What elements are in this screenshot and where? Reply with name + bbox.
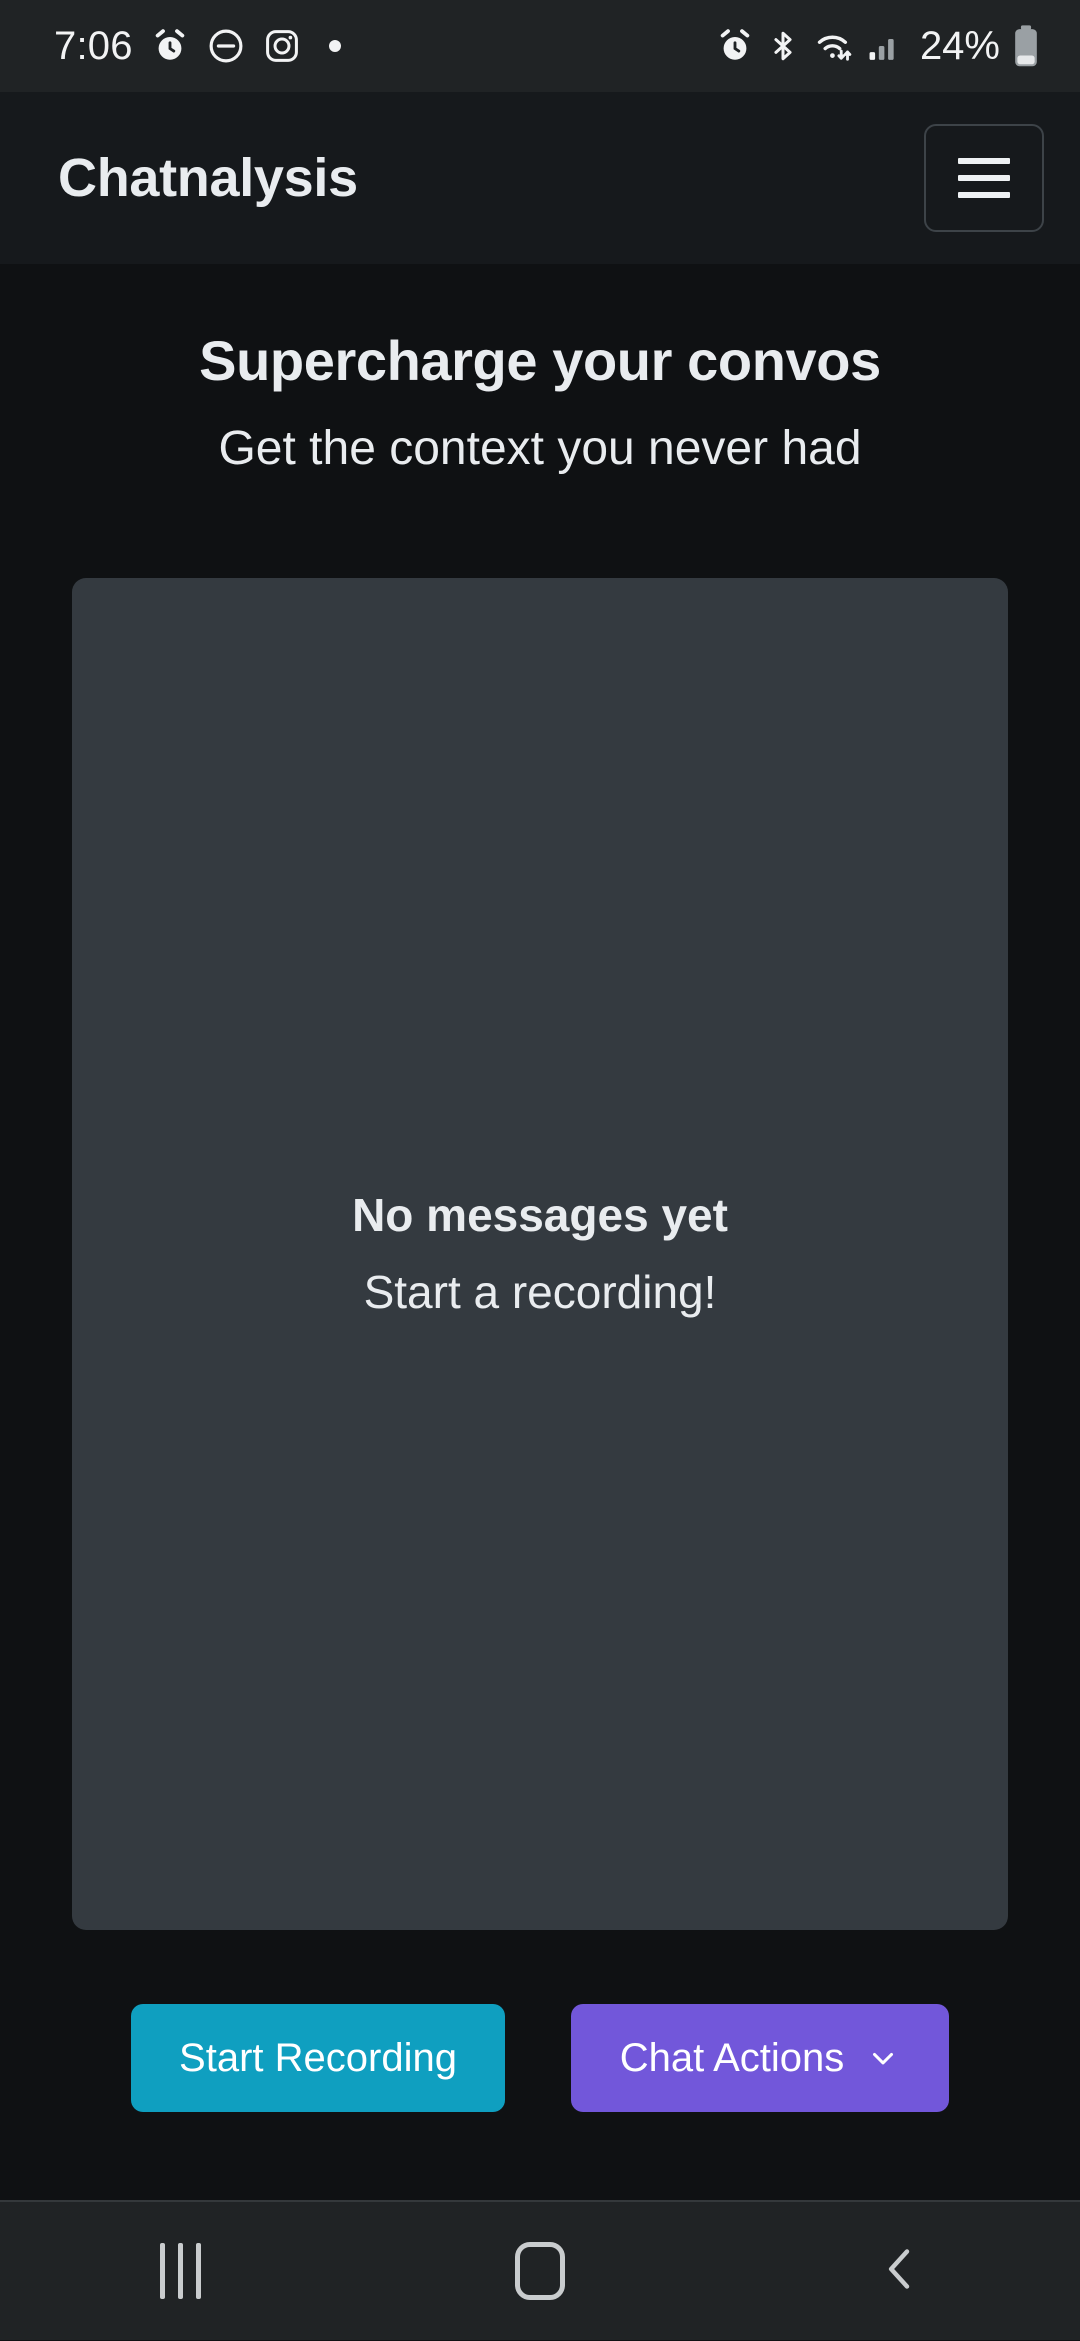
status-bar-left: 7:06 [54, 26, 341, 66]
home-button[interactable] [440, 2201, 640, 2341]
recents-button[interactable] [80, 2201, 280, 2341]
empty-state-subtitle: Start a recording! [364, 1265, 717, 1320]
app-bar: Chatnalysis [0, 92, 1080, 264]
battery-icon [1012, 24, 1040, 68]
hero-section: Supercharge your convos Get the context … [0, 330, 1080, 476]
cellular-signal-icon [868, 27, 902, 65]
do-not-disturb-icon [207, 27, 245, 65]
home-icon [515, 2242, 565, 2300]
start-recording-label: Start Recording [179, 2038, 457, 2078]
recents-icon [160, 2243, 201, 2299]
back-button[interactable] [800, 2201, 1000, 2341]
bluetooth-icon [766, 27, 800, 65]
status-bar-right: 24% [716, 24, 1040, 68]
chevron-down-icon [866, 2041, 900, 2075]
hamburger-menu-icon [958, 175, 1010, 181]
chat-actions-label: Chat Actions [620, 2038, 845, 2078]
empty-state-title: No messages yet [352, 1188, 728, 1243]
app-title: Chatnalysis [58, 147, 358, 209]
alarm-clock-icon [716, 27, 754, 65]
page-subtitle: Get the context you never had [0, 421, 1080, 476]
messages-panel[interactable]: No messages yet Start a recording! [72, 578, 1008, 1930]
instagram-icon [263, 27, 301, 65]
status-bar: 7:06 [0, 0, 1080, 92]
page-title: Supercharge your convos [0, 330, 1080, 393]
status-bar-clock: 7:06 [54, 26, 133, 66]
hamburger-menu-icon [958, 158, 1010, 164]
battery-percent-label: 24% [920, 26, 1000, 66]
hamburger-menu-button[interactable] [924, 124, 1044, 232]
hamburger-menu-icon [958, 192, 1010, 198]
action-button-row: Start Recording Chat Actions [0, 2004, 1080, 2112]
back-chevron-icon [872, 2241, 928, 2302]
system-navigation-bar [0, 2200, 1080, 2340]
notification-dot-icon [329, 40, 341, 52]
wifi-icon [812, 27, 856, 65]
start-recording-button[interactable]: Start Recording [131, 2004, 505, 2112]
alarm-clock-icon [151, 27, 189, 65]
chat-actions-button[interactable]: Chat Actions [571, 2004, 949, 2112]
